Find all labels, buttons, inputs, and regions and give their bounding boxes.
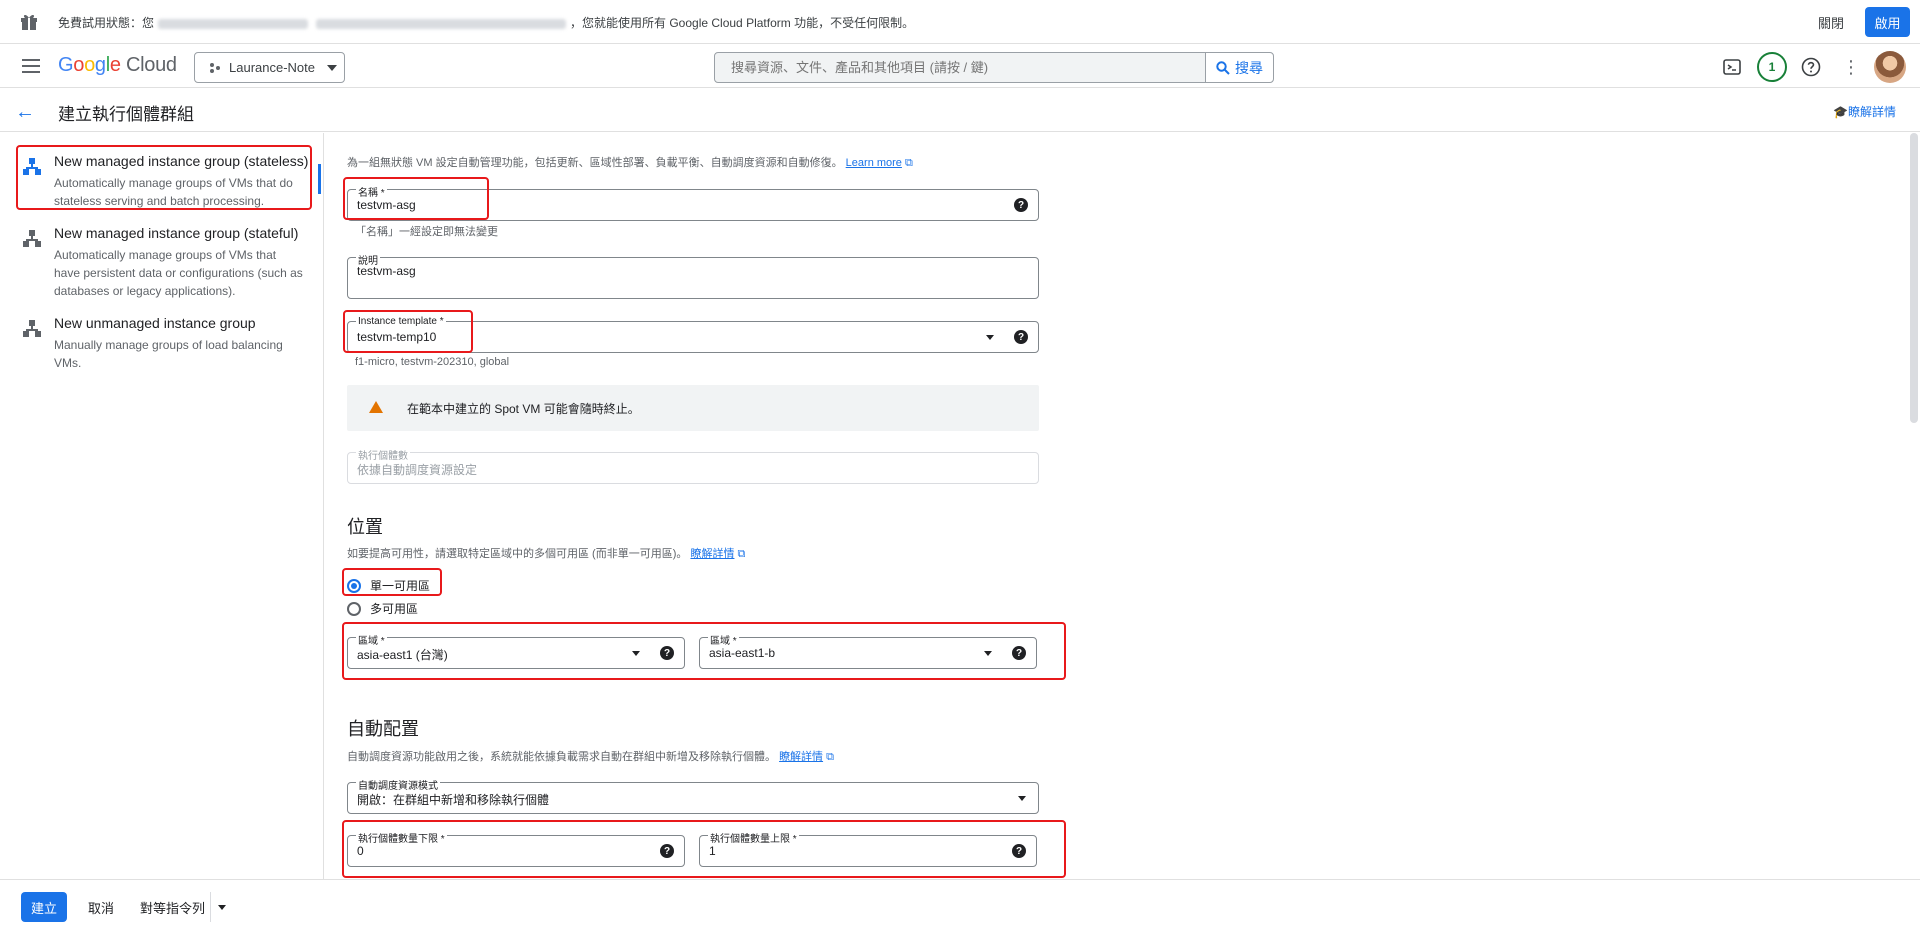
help-icon[interactable]: ? [1014, 330, 1028, 344]
sidebar-item-desc: Automatically manage groups of VMs that … [54, 248, 303, 298]
search-box: 搜尋 [714, 52, 1274, 83]
external-link-icon: ⧉ [737, 548, 746, 560]
instance-group-icon [23, 320, 41, 337]
autoscaling-mode-value: 開啟：在群組中新增和移除執行個體 [357, 793, 550, 807]
description-value: testvm-asg [357, 264, 416, 278]
chevron-down-icon[interactable] [218, 905, 226, 910]
instance-group-icon [23, 158, 41, 175]
help-icon[interactable]: ? [1012, 844, 1026, 858]
back-arrow-icon[interactable]: ← [15, 101, 35, 124]
learn-more-link[interactable]: 瞭解詳情 [779, 751, 823, 763]
name-hint: 「名稱」一經設定即無法變更 [355, 226, 498, 238]
sidebar-item-unmanaged[interactable]: New unmanaged instance group Manually ma… [18, 315, 308, 370]
zone-value: asia-east1-b [709, 646, 776, 660]
page-title: 建立執行個體群組 [58, 105, 194, 124]
instance-count-field: 執行個體數 依據自動調度資源設定 [347, 447, 1039, 484]
min-instances-field[interactable]: 執行個體數量下限 * 0 ? [347, 830, 685, 867]
help-icon[interactable]: ? [660, 646, 674, 660]
app-header: Google Cloud Laurance-Note 搜尋 1 ⋮ [0, 45, 1920, 88]
notification-badge[interactable]: 1 [1757, 52, 1787, 82]
scrollbar[interactable] [1910, 133, 1918, 423]
sidebar-item-managed-stateless[interactable]: New managed instance group (stateless) A… [18, 153, 309, 208]
cloud-shell-icon[interactable] [1720, 55, 1744, 79]
learn-more-link[interactable]: Learn more [846, 157, 902, 169]
close-banner-button[interactable]: 關閉 [1818, 13, 1844, 32]
instance-template-select[interactable]: Instance template * testvm-temp10 ? [347, 316, 1039, 353]
external-link-icon: ⧉ [905, 157, 913, 169]
autoscaling-desc: 自動調度資源功能啟用之後，系統就能依據負載需求自動在群組中新增及移除執行個體。 … [347, 751, 834, 763]
cancel-button[interactable]: 取消 [88, 898, 114, 917]
single-zone-radio[interactable]: 單一可用區 [347, 577, 430, 594]
action-footer: 建立 取消 對等指令列 [0, 879, 1920, 931]
active-indicator [318, 164, 321, 194]
learn-more-link[interactable]: 瞭解詳情 [690, 548, 734, 560]
external-link-icon: ⧉ [826, 751, 834, 763]
name-field[interactable]: 名稱 * testvm-asg ? [347, 184, 1039, 221]
project-name: Laurance-Note [229, 60, 315, 75]
max-instances-field[interactable]: 執行個體數量上限 * 1 ? [699, 830, 1037, 867]
multi-zone-radio[interactable]: 多可用區 [347, 600, 418, 617]
sidebar-item-desc: Manually manage groups of load balancing… [54, 338, 283, 370]
help-icon[interactable]: ? [1014, 198, 1028, 212]
description-field[interactable]: 說明 testvm-asg [347, 252, 1039, 299]
location-heading: 位置 [347, 517, 383, 537]
learn-more-link[interactable]: 🎓瞭解詳情 [1833, 103, 1896, 120]
gift-icon [21, 14, 37, 30]
avatar[interactable] [1874, 51, 1906, 83]
equivalent-cli-button[interactable]: 對等指令列 [140, 898, 205, 917]
spot-vm-warning: 在範本中建立的 Spot VM 可能會隨時終止。 [347, 385, 1039, 431]
instance-group-icon [23, 230, 41, 247]
dropdown-arrow-icon [1018, 796, 1026, 801]
warning-icon [369, 401, 383, 413]
trial-text: 免費試用狀態：您 ，您就能使用所有 Google Cloud Platform 功… [58, 16, 915, 30]
project-picker[interactable]: Laurance-Note [194, 52, 345, 83]
activate-button[interactable]: 啟用 [1865, 7, 1910, 37]
page-titlebar: ← 建立執行個體群組 🎓瞭解詳情 [0, 89, 1920, 132]
search-icon [1216, 60, 1230, 75]
search-button[interactable]: 搜尋 [1205, 53, 1273, 82]
autoscaling-heading: 自動配置 [347, 719, 419, 739]
divider [210, 892, 211, 922]
max-instances-value: 1 [709, 844, 716, 858]
autoscaling-mode-select[interactable]: 自動調度資源模式 開啟：在群組中新增和移除執行個體 [347, 777, 1039, 814]
dropdown-arrow-icon [632, 651, 640, 656]
chevron-down-icon [327, 64, 337, 71]
help-icon[interactable]: ? [1012, 646, 1026, 660]
min-instances-value: 0 [357, 844, 364, 858]
help-icon[interactable]: ? [660, 844, 674, 858]
dropdown-arrow-icon [984, 651, 992, 656]
template-hint: f1-micro, testvm-202310, global [355, 356, 510, 368]
help-icon[interactable] [1799, 55, 1823, 79]
radio-unselected-icon [347, 601, 361, 616]
sidebar-item-title: New managed instance group (stateful) [54, 225, 299, 241]
school-icon: 🎓 [1833, 105, 1848, 119]
google-cloud-logo[interactable]: Google Cloud [58, 54, 177, 77]
dropdown-arrow-icon [986, 335, 994, 340]
menu-icon[interactable] [22, 59, 40, 73]
name-value: testvm-asg [357, 198, 416, 212]
sidebar-item-title: New unmanaged instance group [54, 315, 256, 331]
trial-banner: 免費試用狀態：您 ，您就能使用所有 Google Cloud Platform 功… [0, 0, 1920, 44]
template-value: testvm-temp10 [357, 330, 437, 344]
intro-text: 為一組無狀態 VM 設定自動管理功能，包括更新、區域性部署、負載平衡、自動調度資… [347, 157, 913, 169]
location-desc: 如要提高可用性，請選取特定區域中的多個可用區 (而非單一可用區)。 瞭解詳情 ⧉ [347, 548, 746, 560]
zone-select[interactable]: 區域 * asia-east1-b ? [699, 632, 1037, 669]
create-form: 為一組無狀態 VM 設定自動管理功能，包括更新、區域性部署、負載平衡、自動調度資… [325, 133, 1905, 879]
more-vert-icon[interactable]: ⋮ [1839, 55, 1863, 79]
project-icon [210, 62, 220, 73]
radio-selected-icon [347, 578, 361, 593]
search-input[interactable] [715, 53, 1205, 82]
sidebar-item-desc: Automatically manage groups of VMs that … [54, 176, 293, 208]
sidebar-item-managed-stateful[interactable]: New managed instance group (stateful) Au… [18, 225, 308, 298]
region-value: asia-east1 (台灣) [357, 648, 448, 662]
create-button[interactable]: 建立 [21, 892, 67, 922]
region-select[interactable]: 區域 * asia-east1 (台灣) ? [347, 632, 685, 669]
group-type-sidebar: New managed instance group (stateless) A… [0, 133, 324, 879]
sidebar-item-title: New managed instance group (stateless) [54, 153, 309, 169]
